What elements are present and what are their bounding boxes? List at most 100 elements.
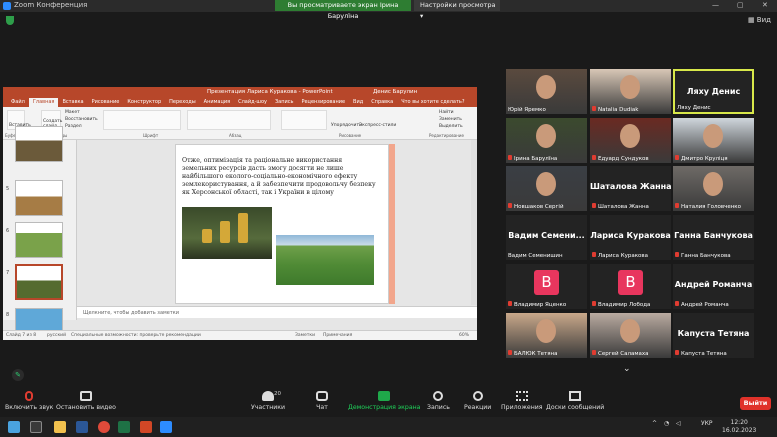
- mic-muted-icon: [508, 155, 512, 160]
- zoom-taskbar-icon[interactable]: [160, 421, 172, 433]
- participant-tile[interactable]: B Владимир Яценко: [506, 264, 587, 309]
- participant-tile[interactable]: Лариса Куракова Лариса Куракова: [590, 215, 671, 260]
- mic-muted-icon: [675, 350, 679, 355]
- stop-video-button[interactable]: Остановить видео: [56, 391, 116, 411]
- group-label: Рисование: [339, 133, 362, 138]
- close-icon[interactable]: ✕: [762, 1, 768, 9]
- participant-tile[interactable]: Вадим Семени... Вадим Семенишин: [506, 215, 587, 260]
- participant-name: Лариса Куракова: [592, 252, 648, 259]
- participant-tile[interactable]: Едуард Сундуков: [590, 118, 671, 163]
- file-explorer-icon[interactable]: [54, 421, 66, 433]
- ppt-tab[interactable]: Что вы хотите сделать?: [397, 98, 468, 107]
- unmute-button[interactable]: Включить звук: [5, 391, 53, 411]
- participant-name: Ірина Барулїна: [508, 155, 557, 162]
- ppt-tab[interactable]: Анимация: [200, 98, 234, 107]
- participant-tile[interactable]: Сергей Саламаха: [590, 313, 671, 358]
- participant-name: Ляху Денис: [677, 105, 711, 111]
- status-accessibility[interactable]: Специальные возможности: проверьте реком…: [71, 331, 201, 340]
- pencil-icon[interactable]: ✎: [12, 369, 24, 381]
- slide-thumbnail[interactable]: [15, 180, 63, 216]
- powerpoint-icon[interactable]: [140, 421, 152, 433]
- participant-tile[interactable]: B Владимир Лобода: [590, 264, 671, 309]
- title-bar: Zoom Конференция Вы просматриваете экран…: [0, 0, 777, 20]
- participant-name: Natalia Dudiak: [592, 106, 638, 113]
- group-label: Шрифт: [143, 133, 159, 138]
- participant-tile[interactable]: Ляху Денис Ляху Денис: [673, 69, 754, 114]
- network-icon[interactable]: ◔: [664, 420, 669, 427]
- participant-tile[interactable]: БАЛЮК Тетяна: [506, 313, 587, 358]
- input-language[interactable]: УКР: [701, 420, 713, 427]
- select-button[interactable]: Выделить: [439, 124, 463, 129]
- section-button[interactable]: Раздел: [65, 124, 82, 129]
- excel-icon[interactable]: [118, 421, 130, 433]
- ppt-tab[interactable]: Вставка: [58, 98, 87, 107]
- current-slide[interactable]: Отже, оптимізація та раціональне викорис…: [175, 144, 389, 304]
- reset-button[interactable]: Восстановить: [65, 117, 98, 122]
- record-button[interactable]: Запись: [427, 391, 450, 411]
- participant-tile[interactable]: Дмитро Круліця: [673, 118, 754, 163]
- ppt-tab[interactable]: Главная: [28, 98, 59, 107]
- ppt-tab[interactable]: Вид: [349, 98, 367, 107]
- view-button[interactable]: ▦ Вид: [748, 16, 771, 24]
- reactions-button[interactable]: Реакции: [464, 391, 491, 411]
- apps-button[interactable]: Приложения: [501, 391, 543, 411]
- view-settings-button[interactable]: Настройки просмотра ▾: [414, 0, 500, 20]
- participant-tile[interactable]: Ганна Банчукова Ганна Банчукова: [673, 215, 754, 260]
- participant-tile[interactable]: Новшаков Сергій: [506, 166, 587, 211]
- find-button[interactable]: Найти: [439, 110, 454, 115]
- chat-button[interactable]: Чат: [316, 391, 328, 411]
- participant-display-name: Ганна Банчукова: [674, 231, 753, 240]
- participant-name: Капуста Тетяна: [675, 350, 727, 357]
- participant-tile[interactable]: Наталия Головченко: [673, 166, 754, 211]
- chevron-down-icon[interactable]: ⌄: [623, 364, 631, 374]
- chrome-icon[interactable]: [98, 421, 110, 433]
- leave-button[interactable]: Выйти: [740, 397, 771, 410]
- ppt-tab[interactable]: Конструктор: [123, 98, 165, 107]
- minimize-icon[interactable]: —: [712, 1, 719, 9]
- participant-display-name: Лариса Куракова: [590, 231, 671, 240]
- slide-thumbnail-selected[interactable]: [15, 264, 63, 300]
- quick-styles-button[interactable]: Экспресс-стили: [359, 123, 396, 128]
- ppt-tab[interactable]: Запись: [271, 98, 297, 107]
- participant-tile[interactable]: Капуста Тетяна Капуста Тетяна: [673, 313, 754, 358]
- status-comments-button[interactable]: Примечания: [323, 331, 352, 340]
- slide-accent-bar: [389, 144, 395, 304]
- clock[interactable]: 12:20 16.02.2023: [722, 419, 756, 435]
- share-screen-button[interactable]: Демонстрация экрана: [348, 391, 420, 411]
- security-shield-icon[interactable]: [6, 16, 14, 25]
- windows-start-icon[interactable]: [8, 421, 20, 433]
- participant-name: БАЛЮК Тетяна: [508, 350, 557, 357]
- replace-button[interactable]: Заменить: [439, 117, 462, 122]
- participant-tile[interactable]: Ірина Барулїна: [506, 118, 587, 163]
- speaker-icon[interactable]: ◁: [676, 420, 681, 427]
- layout-button[interactable]: Макет: [65, 110, 80, 115]
- ppt-scrollbar[interactable]: [471, 140, 477, 305]
- tray-chevron-icon[interactable]: ^: [652, 420, 657, 427]
- ppt-tab[interactable]: Рисование: [88, 98, 124, 107]
- participant-tile[interactable]: Юрій Яремко: [506, 69, 587, 114]
- ppt-tab[interactable]: Файл: [7, 98, 29, 107]
- participant-tile[interactable]: Natalia Dudiak: [590, 69, 671, 114]
- arrange-button[interactable]: Упорядочить: [331, 123, 362, 128]
- ppt-tab[interactable]: Слайд-шоу: [234, 98, 271, 107]
- ppt-tab[interactable]: Рецензирование: [297, 98, 349, 107]
- shapes-gallery[interactable]: [281, 110, 327, 130]
- participant-tile[interactable]: Шаталова Жанна Шаталова Жанна: [590, 166, 671, 211]
- slide-thumbnail[interactable]: [15, 222, 63, 258]
- word-icon[interactable]: [76, 421, 88, 433]
- whiteboards-button[interactable]: Доски сообщений: [546, 391, 604, 411]
- paragraph-controls[interactable]: [187, 110, 271, 130]
- ppt-tab[interactable]: Переходы: [165, 98, 200, 107]
- ppt-tab[interactable]: Справка: [367, 98, 397, 107]
- slide-thumbnail[interactable]: [15, 126, 63, 162]
- shared-screen-powerpoint[interactable]: Презентация Лариса Куракова - PowerPoint…: [3, 87, 477, 340]
- participant-tile[interactable]: Андрей Романча Андрей Романча: [673, 264, 754, 309]
- participants-count: 20: [274, 391, 281, 397]
- font-controls[interactable]: [103, 110, 181, 130]
- maximize-icon[interactable]: ▢: [737, 1, 744, 9]
- status-notes-button[interactable]: Заметки: [295, 331, 315, 340]
- task-view-icon[interactable]: [30, 421, 42, 433]
- notes-pane[interactable]: Щелкните, чтобы добавить заметки: [77, 306, 477, 318]
- participant-name: Новшаков Сергій: [508, 203, 564, 210]
- status-zoom[interactable]: 60%: [459, 331, 469, 340]
